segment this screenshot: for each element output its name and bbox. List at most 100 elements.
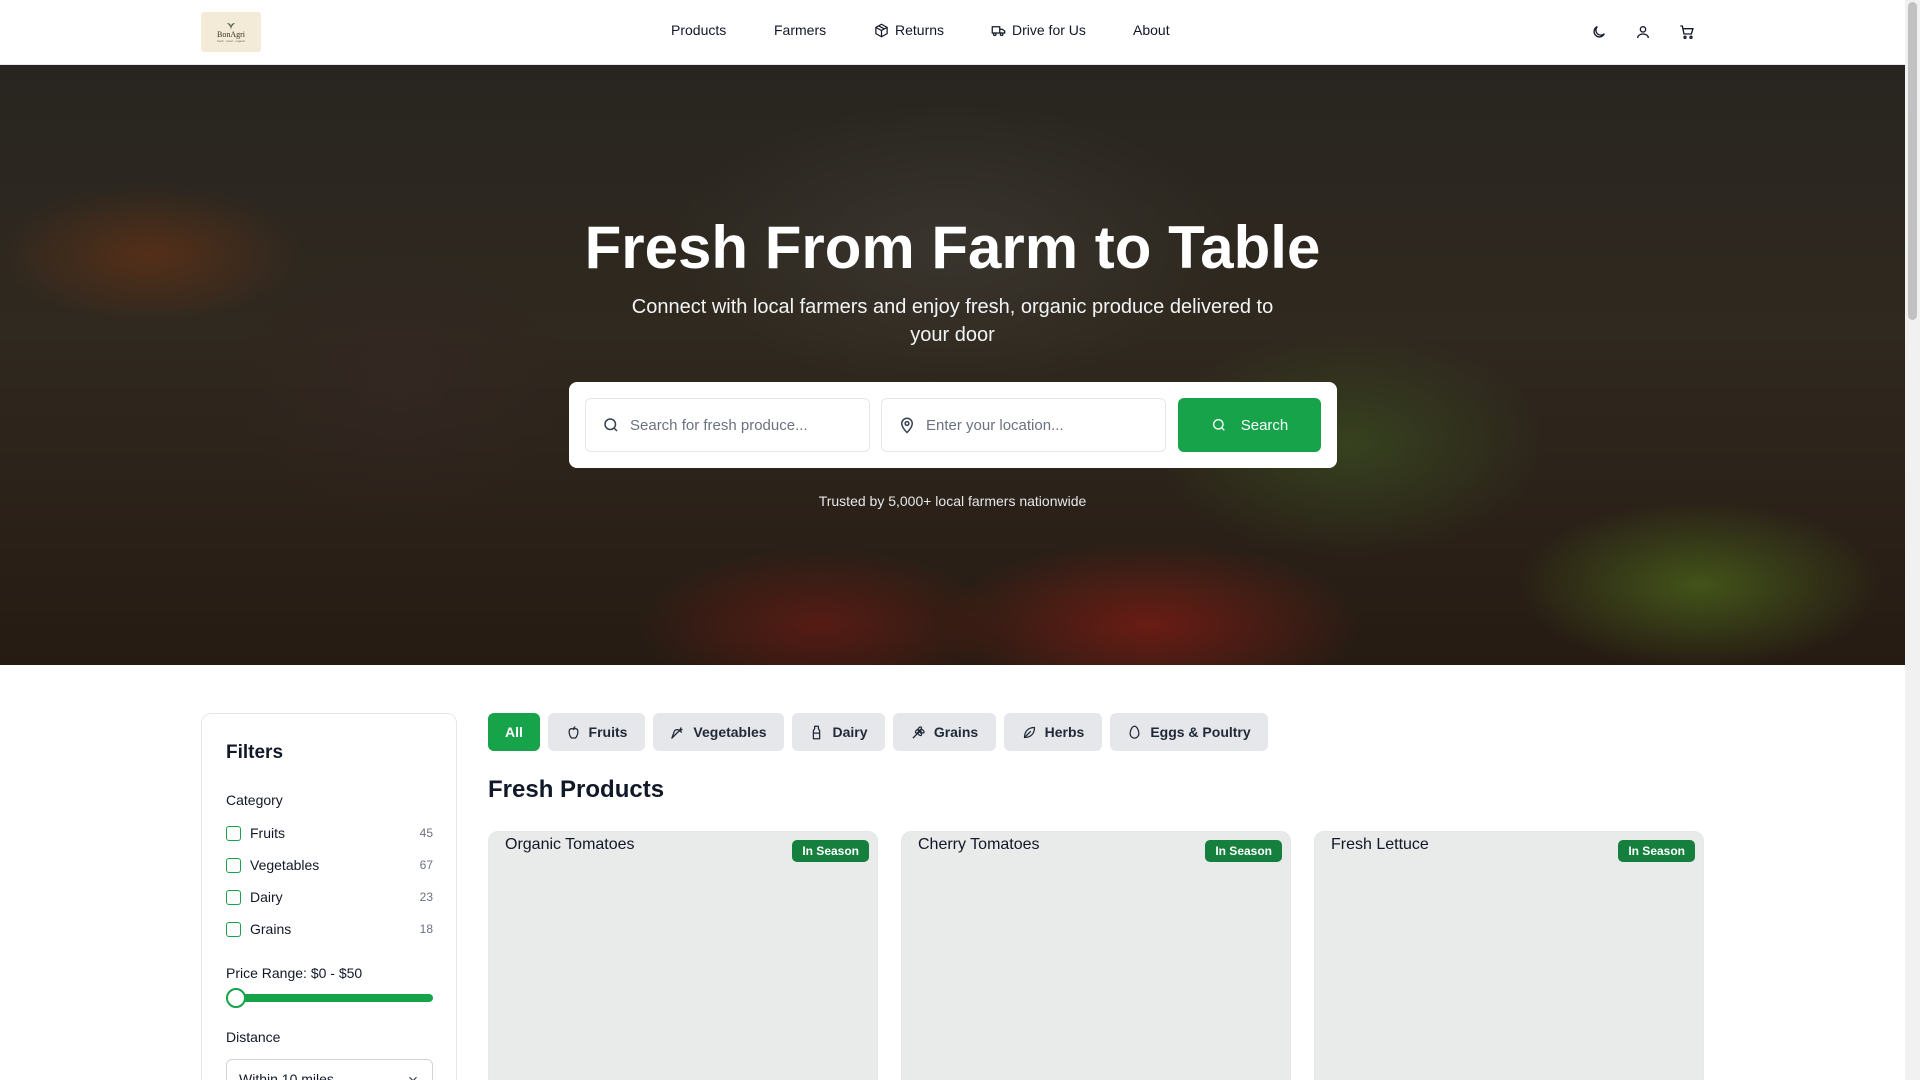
broken-image-icon bbox=[1315, 837, 1329, 851]
chip-dairy[interactable]: Dairy bbox=[792, 713, 885, 751]
category-count: 18 bbox=[419, 922, 433, 936]
moon-icon bbox=[1593, 26, 1605, 38]
chevron-down-icon bbox=[409, 1076, 417, 1080]
distance-label: Distance bbox=[226, 1029, 281, 1045]
price-range-slider[interactable] bbox=[226, 988, 433, 1008]
distance-select[interactable]: Within 10 miles bbox=[226, 1059, 433, 1080]
filter-category-vegetables[interactable]: Vegetables 67 bbox=[226, 855, 433, 875]
nav-returns-label: Returns bbox=[895, 22, 945, 38]
category-count: 45 bbox=[419, 826, 433, 840]
price-range-handle[interactable] bbox=[226, 988, 246, 1008]
category-label: Category bbox=[226, 792, 283, 808]
product-image[interactable]: Cherry Tomatoes bbox=[902, 836, 1040, 854]
apple-icon bbox=[568, 725, 579, 739]
category-name: Grains bbox=[250, 921, 292, 937]
hero-banner: Fresh From Farm to Table Connect with lo… bbox=[0, 65, 1905, 665]
cart-icon bbox=[1680, 25, 1694, 39]
filter-category-grains[interactable]: Grains 18 bbox=[226, 919, 433, 939]
broken-image-icon bbox=[489, 837, 503, 851]
nav-farmers-label: Farmers bbox=[774, 22, 827, 38]
category-name: Dairy bbox=[250, 889, 283, 905]
nav-products[interactable]: Products bbox=[671, 22, 726, 38]
product-card[interactable]: Fresh Lettuce In Season bbox=[1314, 831, 1704, 1080]
cart-button[interactable] bbox=[1677, 22, 1697, 42]
map-pin-icon bbox=[900, 417, 914, 434]
filters-panel: Filters Category Fruits 45 Vegetables 67… bbox=[201, 713, 457, 1080]
logo-tagline: · fresh · local · organic · bbox=[215, 38, 247, 43]
chip-fruits[interactable]: Fruits bbox=[548, 713, 645, 751]
product-image[interactable]: Organic Tomatoes bbox=[489, 836, 635, 854]
chip-herbs[interactable]: Herbs bbox=[1004, 713, 1102, 751]
product-card[interactable]: Organic Tomatoes In Season bbox=[488, 831, 878, 1080]
chip-label: Eggs & Poultry bbox=[1150, 724, 1251, 740]
product-name: Fresh Lettuce bbox=[1331, 836, 1429, 853]
milk-icon bbox=[813, 725, 821, 739]
carrot-icon bbox=[671, 726, 684, 739]
price-range-label: Price Range: $0 - $50 bbox=[226, 965, 363, 981]
product-name: Cherry Tomatoes bbox=[918, 836, 1040, 853]
nav-drive-label: Drive for Us bbox=[1012, 22, 1086, 38]
chip-label: All bbox=[505, 724, 523, 740]
nav-drive-for-us[interactable]: Drive for Us bbox=[991, 22, 1086, 38]
chip-vegetables[interactable]: Vegetables bbox=[653, 713, 784, 751]
trusted-text: Trusted by 5,000+ local farmers nationwi… bbox=[818, 493, 1087, 509]
nav-products-label: Products bbox=[671, 22, 727, 38]
chip-label: Vegetables bbox=[693, 724, 767, 740]
filter-category-dairy[interactable]: Dairy 23 bbox=[226, 887, 433, 907]
site-header: BonAgri · fresh · local · organic · Prod… bbox=[0, 0, 1905, 65]
distance-selected: Within 10 miles bbox=[239, 1071, 334, 1080]
checkbox[interactable] bbox=[226, 825, 241, 841]
package-icon bbox=[875, 23, 888, 37]
checkbox[interactable] bbox=[226, 857, 241, 873]
nav-farmers[interactable]: Farmers bbox=[774, 22, 826, 38]
checkbox[interactable] bbox=[226, 889, 241, 905]
produce-search-input[interactable] bbox=[630, 416, 860, 434]
page-scrollbar[interactable] bbox=[1905, 0, 1920, 1080]
chip-all[interactable]: All bbox=[488, 713, 540, 751]
location-field[interactable] bbox=[881, 398, 1166, 452]
chip-grains[interactable]: Grains bbox=[893, 713, 996, 751]
nav-returns[interactable]: Returns bbox=[874, 22, 944, 38]
truck-icon bbox=[991, 25, 1006, 36]
search-button[interactable]: Search bbox=[1178, 398, 1321, 452]
product-image[interactable]: Fresh Lettuce bbox=[1315, 836, 1429, 854]
hero-search-panel: Search bbox=[569, 382, 1337, 468]
hero-title: Fresh From Farm to Table bbox=[584, 214, 1321, 281]
leaf-logo-icon bbox=[227, 22, 235, 30]
chip-eggs-poultry[interactable]: Eggs & Poultry bbox=[1110, 713, 1268, 751]
chip-label: Grains bbox=[933, 724, 979, 740]
search-button-label: Search bbox=[1240, 416, 1289, 434]
status-badge: In Season bbox=[1618, 840, 1695, 862]
search-icon bbox=[604, 418, 618, 432]
product-name: Organic Tomatoes bbox=[505, 836, 635, 853]
status-badge: In Season bbox=[792, 840, 869, 862]
category-name: Vegetables bbox=[250, 857, 320, 873]
search-icon bbox=[1212, 419, 1225, 431]
filters-title: Filters bbox=[226, 742, 284, 763]
hero-subtitle: Connect with local farmers and enjoy fre… bbox=[631, 296, 1274, 346]
category-name: Fruits bbox=[250, 825, 285, 841]
location-input[interactable] bbox=[926, 416, 1156, 434]
nav-about-label: About bbox=[1133, 22, 1170, 38]
user-icon bbox=[1637, 26, 1649, 39]
logo-brand: BonAgri bbox=[217, 29, 245, 39]
logo[interactable]: BonAgri · fresh · local · organic · bbox=[201, 12, 261, 52]
checkbox[interactable] bbox=[226, 921, 241, 937]
category-count: 23 bbox=[419, 890, 433, 904]
wheat-icon bbox=[912, 725, 925, 739]
chip-label: Dairy bbox=[832, 724, 868, 740]
account-button[interactable] bbox=[1633, 22, 1653, 42]
nav-about[interactable]: About bbox=[1133, 22, 1170, 38]
category-count: 67 bbox=[419, 858, 433, 872]
theme-toggle-button[interactable] bbox=[1589, 22, 1609, 42]
section-title: Fresh Products bbox=[488, 776, 665, 803]
broken-image-icon bbox=[902, 837, 916, 851]
egg-icon bbox=[1129, 725, 1140, 739]
status-badge: In Season bbox=[1205, 840, 1282, 862]
chip-label: Fruits bbox=[588, 724, 628, 740]
produce-search-field[interactable] bbox=[585, 398, 870, 452]
filter-category-fruits[interactable]: Fruits 45 bbox=[226, 823, 433, 843]
product-card[interactable]: Cherry Tomatoes In Season bbox=[901, 831, 1291, 1080]
scrollbar-thumb[interactable] bbox=[1908, 2, 1917, 320]
leaf-icon bbox=[1023, 726, 1035, 738]
